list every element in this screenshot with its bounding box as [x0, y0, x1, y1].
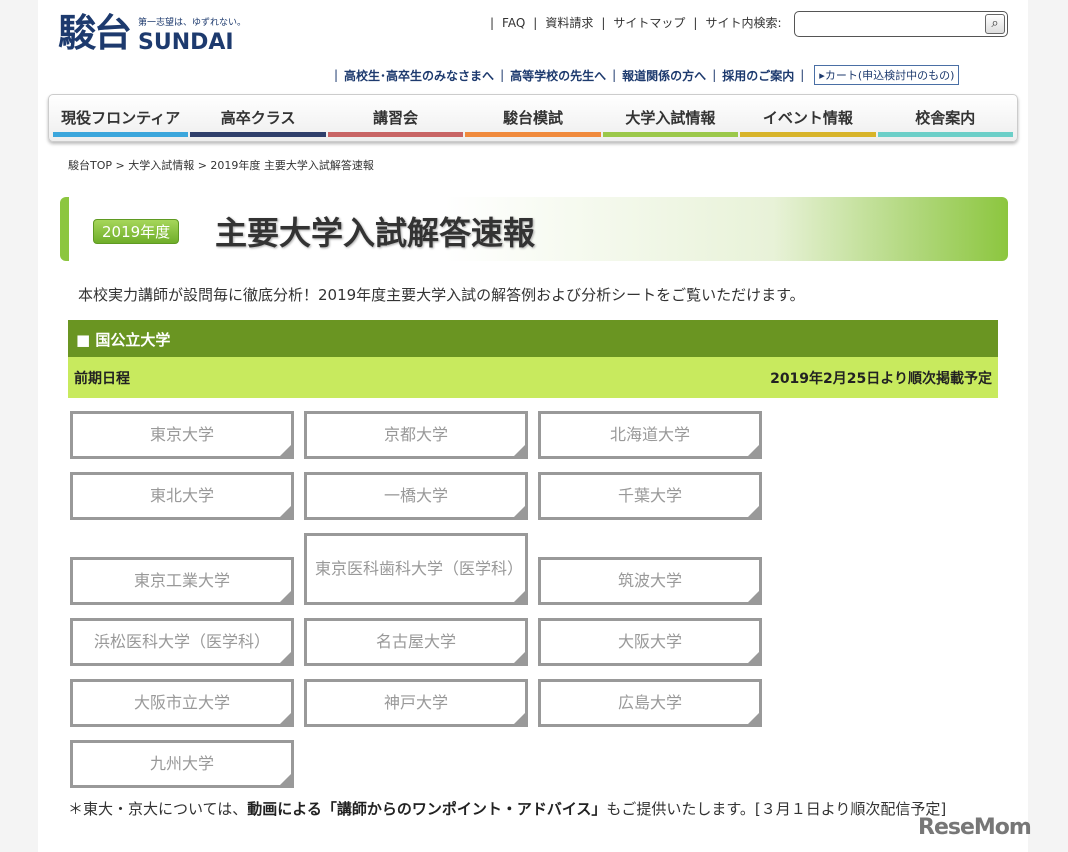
- nav-color-bar: [740, 132, 876, 137]
- intro-text: 本校実力講師が設問毎に徹底分析！2019年度主要大学入試の解答例および分析シート…: [78, 286, 805, 304]
- page-banner: 2019年度 主要大学入試解答速報: [60, 197, 1008, 261]
- page: 駿台 第一志望は、ゆずれない。 SUNDAI | FAQ | 資料請求 | サイトマッ…: [38, 0, 1028, 852]
- nav-color-bar: [53, 132, 189, 137]
- note-bold: 動画による「講師からのワンポイント・アドバイス」: [247, 800, 607, 818]
- link-press[interactable]: 報道関係の方へ: [622, 67, 706, 84]
- sitemap-link[interactable]: サイトマップ: [613, 14, 685, 31]
- year-badge: 2019年度: [93, 219, 180, 244]
- university-button[interactable]: 一橋大学: [304, 472, 528, 520]
- nav-item[interactable]: 現役フロンティア: [53, 95, 189, 141]
- link-teachers[interactable]: 高等学校の先生へ: [510, 67, 606, 84]
- nav-color-bar: [190, 132, 326, 137]
- nav-item-label: 現役フロンティア: [61, 109, 181, 127]
- search-icon[interactable]: ⌕: [985, 14, 1005, 34]
- cart-button[interactable]: ▸カート(申込検討中のもの): [814, 65, 960, 85]
- logo-tagline: 第一志望は、ゆずれない。: [138, 18, 247, 28]
- university-button[interactable]: 北海道大学: [538, 411, 762, 459]
- main-nav: 現役フロンティア 高卒クラス 講習会 駿台模試 大学入試情報 イベント情報 校舎案内: [48, 94, 1018, 142]
- brochure-link[interactable]: 資料請求: [545, 14, 593, 31]
- university-button[interactable]: 広島大学: [538, 679, 762, 727]
- nav-color-bar: [877, 132, 1013, 137]
- nav-item-label: イベント情報: [762, 109, 853, 127]
- university-button[interactable]: 大阪市立大学: [70, 679, 294, 727]
- university-button[interactable]: 京都大学: [304, 411, 528, 459]
- note-text: ＊東大・京大については、動画による「講師からのワンポイント・アドバイス」もご提供…: [68, 794, 1008, 825]
- university-button[interactable]: 筑波大学: [538, 557, 762, 605]
- nav-item[interactable]: イベント情報: [740, 95, 876, 141]
- university-button[interactable]: 神戸大学: [304, 679, 528, 727]
- university-button[interactable]: 東北大学: [70, 472, 294, 520]
- university-button[interactable]: 浜松医科大学（医学科）: [70, 618, 294, 666]
- breadcrumb: 駿台TOP > 大学入試情報 > 2019年度 主要大学入試解答速報: [68, 159, 374, 172]
- link-recruit[interactable]: 採用のご案内: [722, 67, 794, 84]
- nav-item[interactable]: 校舎案内: [877, 95, 1013, 141]
- university-button[interactable]: 千葉大学: [538, 472, 762, 520]
- note-suffix: もご提供いたします。[３月１日より順次配信予定]: [606, 800, 947, 818]
- nav-item-label: 校舎案内: [915, 109, 976, 127]
- university-button[interactable]: 九州大学: [70, 740, 294, 788]
- nav-item-label: 講習会: [373, 109, 419, 127]
- logo-en: SUNDAI: [138, 30, 234, 55]
- university-button[interactable]: 名古屋大学: [304, 618, 528, 666]
- nav-item[interactable]: 大学入試情報: [602, 95, 739, 141]
- nav-item-label: 高卒クラス: [220, 109, 296, 127]
- nav-color-bar: [465, 132, 601, 137]
- university-button[interactable]: 東京工業大学: [70, 557, 294, 605]
- nav-item[interactable]: 高卒クラス: [190, 95, 326, 141]
- logo-kanji: 駿台: [58, 11, 132, 55]
- nav-item-label: 大学入試情報: [625, 109, 716, 127]
- nav-color-bar: [327, 132, 464, 137]
- university-button[interactable]: 大阪大学: [538, 618, 762, 666]
- search-label: サイト内検索:: [705, 16, 782, 30]
- nav-item[interactable]: 講習会: [327, 95, 464, 141]
- faq-link[interactable]: FAQ: [502, 16, 525, 30]
- nav-item-label: 駿台模試: [502, 109, 563, 127]
- section-heading: ■ 国公立大学: [68, 320, 998, 357]
- schedule-note: 2019年2月25日より順次掲載予定: [770, 371, 992, 387]
- note-prefix: ＊東大・京大については、: [68, 800, 248, 818]
- university-button[interactable]: 東京大学: [70, 411, 294, 459]
- search-box: ⌕: [794, 11, 1008, 37]
- search-input[interactable]: [799, 13, 979, 35]
- top-links: | FAQ | 資料請求 | サイトマップ | サイト内検索:: [490, 14, 782, 31]
- link-students[interactable]: 高校生･高卒生のみなさまへ: [344, 67, 494, 84]
- schedule-label: 前期日程: [74, 371, 130, 387]
- resemom-watermark: ReseMom: [918, 815, 1032, 840]
- page-title: 主要大学入試解答速報: [215, 214, 536, 252]
- schedule-bar: 前期日程 2019年2月25日より順次掲載予定: [68, 357, 998, 398]
- nav-item[interactable]: 駿台模試: [465, 95, 601, 141]
- audience-links: | 高校生･高卒生のみなさまへ | 高等学校の先生へ | 報道関係の方へ | 採用のご案…: [334, 65, 960, 85]
- sundai-logo[interactable]: 駿台 第一志望は、ゆずれない。 SUNDAI: [58, 12, 246, 54]
- university-button[interactable]: 東京医科歯科大学（医学科）: [304, 533, 528, 605]
- nav-color-bar: [602, 132, 739, 137]
